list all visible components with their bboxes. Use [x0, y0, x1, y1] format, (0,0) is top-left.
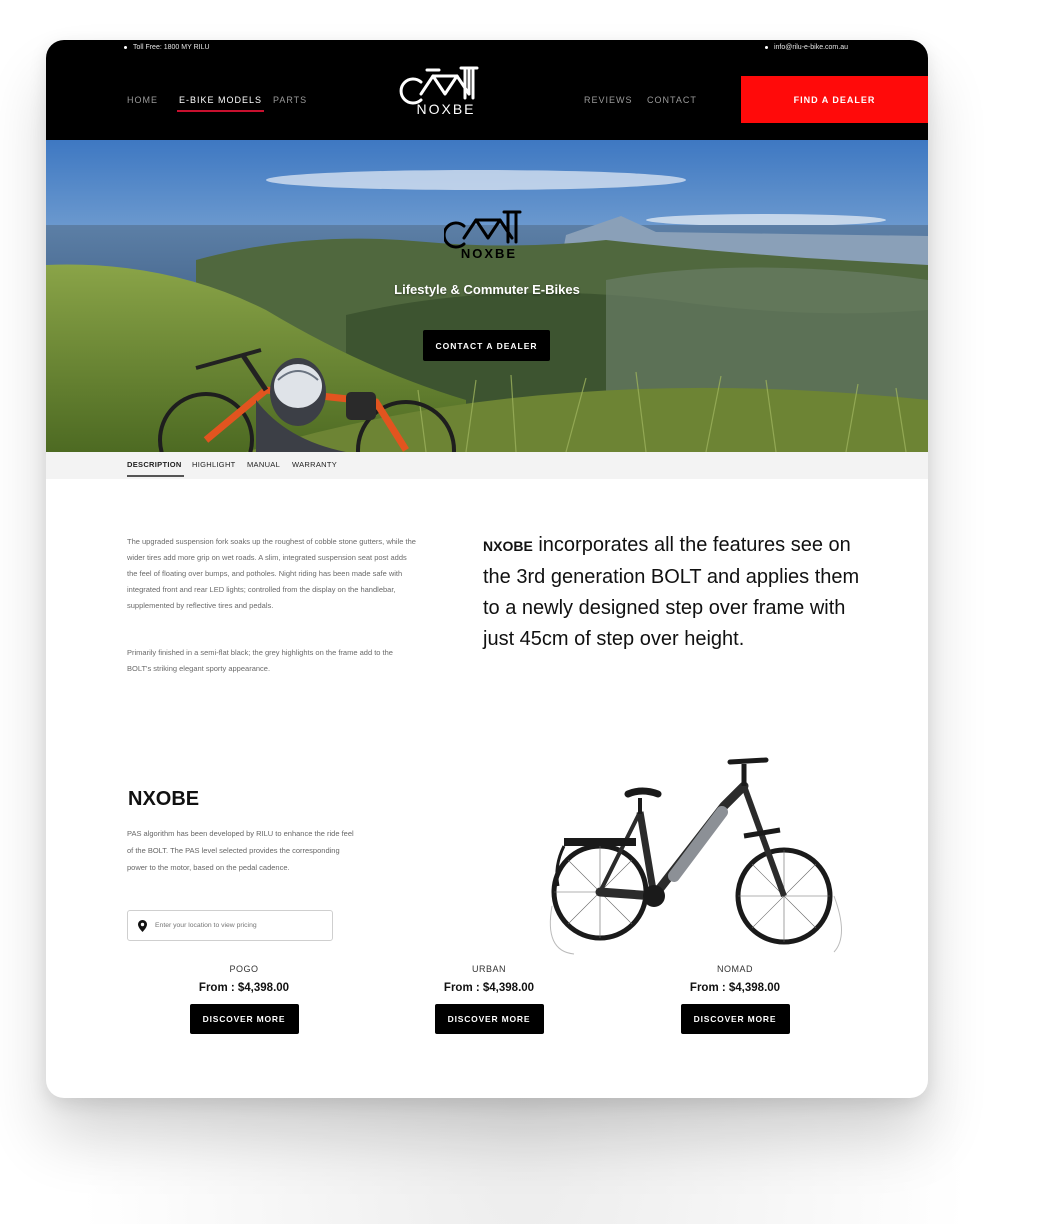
discover-more-button[interactable]: DISCOVER MORE [434, 1004, 544, 1034]
nav-parts[interactable]: PARTS [273, 95, 307, 105]
location-field[interactable] [127, 910, 333, 941]
toll-free-contact: Toll Free: 1800 MY RILU [124, 44, 210, 51]
site-logo[interactable]: NOXBE [399, 64, 485, 118]
site-header: Toll Free: 1800 MY RILU info@rilu-e-bike… [46, 40, 928, 140]
description-paragraph-2: Primarily finished in a semi-flat black;… [127, 648, 393, 673]
tab-warranty[interactable]: WARRANTY [292, 460, 337, 469]
product-tabs: DESCRIPTION HIGHLIGHT MANUAL WARRANTY [46, 452, 928, 479]
bicycle-logo-icon: NOXBE [399, 66, 479, 117]
model-name: NOMAD [717, 964, 753, 974]
nav-reviews[interactable]: REVIEWS [584, 95, 633, 105]
product-description: PAS algorithm has been developed by RILU… [127, 829, 354, 872]
map-pin-icon [138, 919, 147, 932]
contact-dealer-button[interactable]: CONTACT A DEALER [423, 330, 550, 361]
bullet-icon [124, 45, 127, 49]
discover-more-button[interactable]: DISCOVER MORE [189, 1004, 299, 1034]
tab-manual[interactable]: MANUAL [247, 460, 280, 469]
product-title: NXOBE [128, 788, 200, 810]
model-price: From : $4,398.00 [443, 982, 535, 994]
hero-logo-text: NOXBE [461, 246, 517, 261]
description-paragraph-1: The upgraded suspension fork soaks up th… [127, 537, 416, 610]
nav-e-bike-models[interactable]: E-BIKE MODELS [176, 95, 265, 112]
tab-highlight[interactable]: HIGHLIGHT [192, 460, 236, 469]
nav-contact[interactable]: CONTACT [647, 95, 697, 105]
model-card: POGO From : $4,398.00 DISCOVER MORE [164, 964, 324, 1034]
model-price: From : $4,398.00 [198, 982, 290, 994]
e-bike-product-image [549, 757, 842, 955]
hero-tagline: Lifestyle & Commuter E-Bikes [394, 282, 580, 297]
browser-card: Toll Free: 1800 MY RILU info@rilu-e-bike… [46, 40, 928, 1098]
logo-text: NOXBE [416, 101, 475, 117]
email-text[interactable]: info@rilu-e-bike.com.au [774, 44, 848, 51]
model-price: From : $4,398.00 [689, 982, 781, 994]
model-name: POGO [229, 964, 259, 974]
toll-free-text: Toll Free: 1800 MY RILU [133, 44, 210, 51]
model-name: URBAN [471, 964, 506, 974]
nav-home[interactable]: HOME [127, 95, 158, 105]
discover-more-button[interactable]: DISCOVER MORE [680, 1004, 790, 1034]
model-card: URBAN From : $4,398.00 DISCOVER MORE [409, 964, 569, 1034]
model-card: NOMAD From : $4,398.00 DISCOVER MORE [655, 964, 815, 1034]
feature-text: incorporates all the features see on the… [483, 534, 860, 650]
feature-statement: NXOBE incorporates all the features see … [483, 530, 863, 655]
find-dealer-button[interactable]: FIND A DEALER [741, 76, 928, 123]
email-contact[interactable]: info@rilu-e-bike.com.au [764, 44, 848, 51]
hero-logo: NOXBE [444, 210, 522, 261]
tab-description[interactable]: DESCRIPTION [127, 460, 184, 477]
hero-banner: NOXBE Lifestyle & Commuter E-Bikes CONTA… [46, 140, 928, 452]
feature-brand: NXOBE [483, 538, 533, 554]
bullet-icon [764, 45, 768, 49]
location-input[interactable] [153, 921, 317, 930]
